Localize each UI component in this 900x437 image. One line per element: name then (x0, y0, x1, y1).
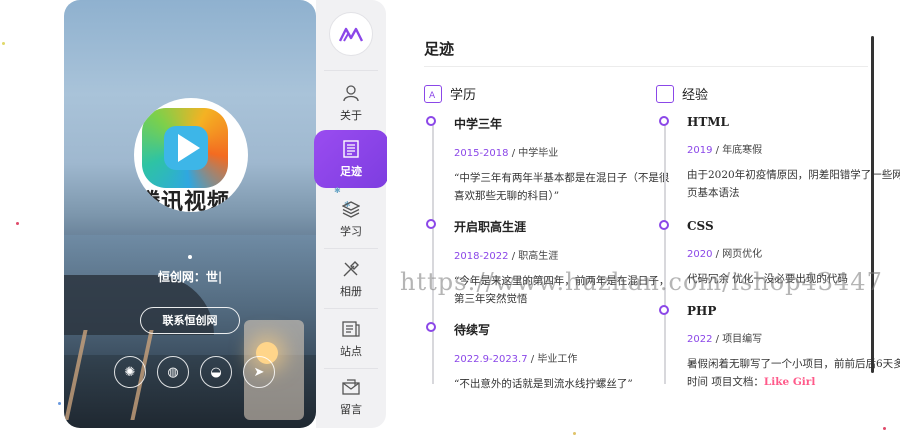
location-icon[interactable]: ➤ (243, 356, 275, 388)
like-girl-link[interactable]: Like Girl (764, 376, 815, 388)
nav-study[interactable]: 学习 (316, 190, 386, 248)
layers-icon (341, 199, 361, 219)
timeline-dot (659, 305, 669, 315)
watermark: https://www.huzhan.com/ishop43447 (400, 268, 883, 296)
nav-footprint[interactable]: 足迹 (314, 130, 388, 188)
play-icon (178, 134, 200, 162)
envelope-icon (341, 377, 361, 397)
avatar[interactable]: 腾讯视频 (134, 98, 248, 212)
profile-card: 腾讯视频 恒创网：世| 联系恒创网 ✺ ◍ ◒ ➤ (64, 0, 316, 428)
nav-label: 学习 (340, 225, 362, 238)
weibo-icon[interactable]: ✺ (114, 356, 146, 388)
nav-messages[interactable]: 留言 (316, 368, 386, 426)
timeline-line (432, 124, 434, 384)
nav-label: 站点 (340, 345, 362, 358)
indicator-dot (188, 255, 192, 259)
divider (424, 66, 868, 67)
nav-label: 足迹 (340, 165, 362, 178)
social-links: ✺ ◍ ◒ ➤ (114, 356, 275, 388)
nav-label: 关于 (340, 109, 362, 122)
avatar-brand-text: 腾讯视频 (138, 189, 231, 212)
education-heading: A 学历 (424, 84, 476, 103)
timeline-dot (426, 219, 436, 229)
timeline-entry: PHP 2022 / 项目编写 暑假闲着无聊写了一个小项目，前前后后6天多时间 … (659, 304, 900, 391)
page-title: 足迹 (424, 40, 455, 58)
timeline-entry: 待续写 2022.9-2023.7 / 毕业工作 “不出意外的话就是到流水线拧螺… (426, 321, 674, 393)
timeline-entry: HTML 2019 / 年底寒假 由于2020年初疫情原因，阴差阳错学了一些网页… (659, 115, 900, 202)
typing-name: 恒创网：世| (157, 270, 223, 284)
nav-sites[interactable]: 站点 (316, 310, 386, 368)
qq-icon[interactable]: ◒ (200, 356, 232, 388)
main-panel: 足迹 A 学历 中学三年 2015-2018 / 中学毕业 “中学三年有两年半基… (387, 0, 900, 437)
timeline-dot (659, 116, 669, 126)
nav-album[interactable]: 相册 (316, 250, 386, 308)
contact-button[interactable]: 联系恒创网 (140, 307, 240, 334)
mountain-logo-icon (339, 27, 363, 42)
wechat-icon[interactable]: ◍ (157, 356, 189, 388)
svg-text:A: A (429, 91, 436, 101)
briefcase-icon (656, 84, 674, 103)
experience-heading: 经验 (656, 84, 708, 103)
user-icon (341, 83, 361, 103)
nav-about[interactable]: 关于 (316, 74, 386, 132)
nav-label: 留言 (340, 403, 362, 416)
timeline-line (664, 124, 666, 384)
timeline-entry: 中学三年 2015-2018 / 中学毕业 “中学三年有两年半基本都是在混日子（… (426, 115, 674, 205)
side-nav: 关于 足迹 ✱ ✱ 学习 相册 站点 留言 (314, 0, 388, 428)
tencent-video-logo (142, 108, 228, 188)
document-icon (341, 139, 361, 159)
nav-label: 相册 (340, 285, 362, 298)
timeline-dot (426, 116, 436, 126)
timeline-dot (659, 220, 669, 230)
tools-icon (341, 259, 361, 279)
page: 腾讯视频 恒创网：世| 联系恒创网 ✺ ◍ ◒ ➤ 关于 足迹 ✱ ✱ 学习 相… (0, 0, 900, 437)
news-icon (341, 319, 361, 339)
education-icon: A (424, 84, 442, 103)
site-logo[interactable] (329, 12, 373, 56)
timeline-dot (426, 322, 436, 332)
